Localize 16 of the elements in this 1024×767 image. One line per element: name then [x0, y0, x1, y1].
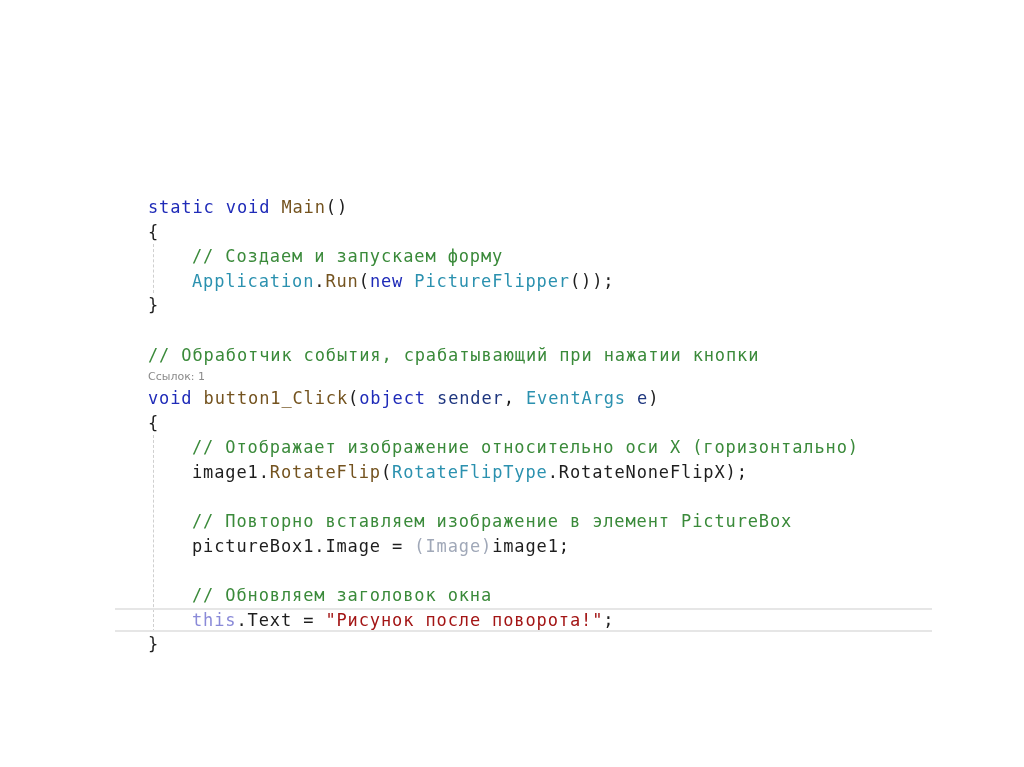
code-line: }	[148, 633, 161, 657]
code-line: {	[148, 220, 161, 244]
code-line: // Обработчик события, срабатывающий при нажатии кнопки	[148, 343, 761, 367]
code-line: // Создаем и запускаем форму	[192, 245, 505, 269]
code-line: void button1_Click(object sender, EventArgs e)	[148, 387, 661, 411]
code-line: // Повторно вставляем изображение в элемент PictureBox	[192, 510, 794, 534]
code-line: {	[148, 411, 161, 435]
code-line: pictureBox1.Image = (Image)image1;	[192, 534, 571, 558]
code-line: this.Text = "Рисунок после поворота!";	[192, 608, 615, 632]
code-line: Application.Run(new PictureFlipper());	[192, 269, 616, 293]
code-line: image1.RotateFlip(RotateFlipType.RotateNoneFlipX);	[192, 460, 749, 484]
codelens-hint[interactable]: Ссылок: 1	[148, 369, 206, 385]
code-line: // Отображает изображение относительно оси X (горизонтально)	[192, 436, 860, 460]
code-line: }	[148, 294, 161, 318]
code-line: // Обновляем заголовок окна	[192, 583, 494, 607]
code-line: static void Main()	[148, 196, 350, 219]
